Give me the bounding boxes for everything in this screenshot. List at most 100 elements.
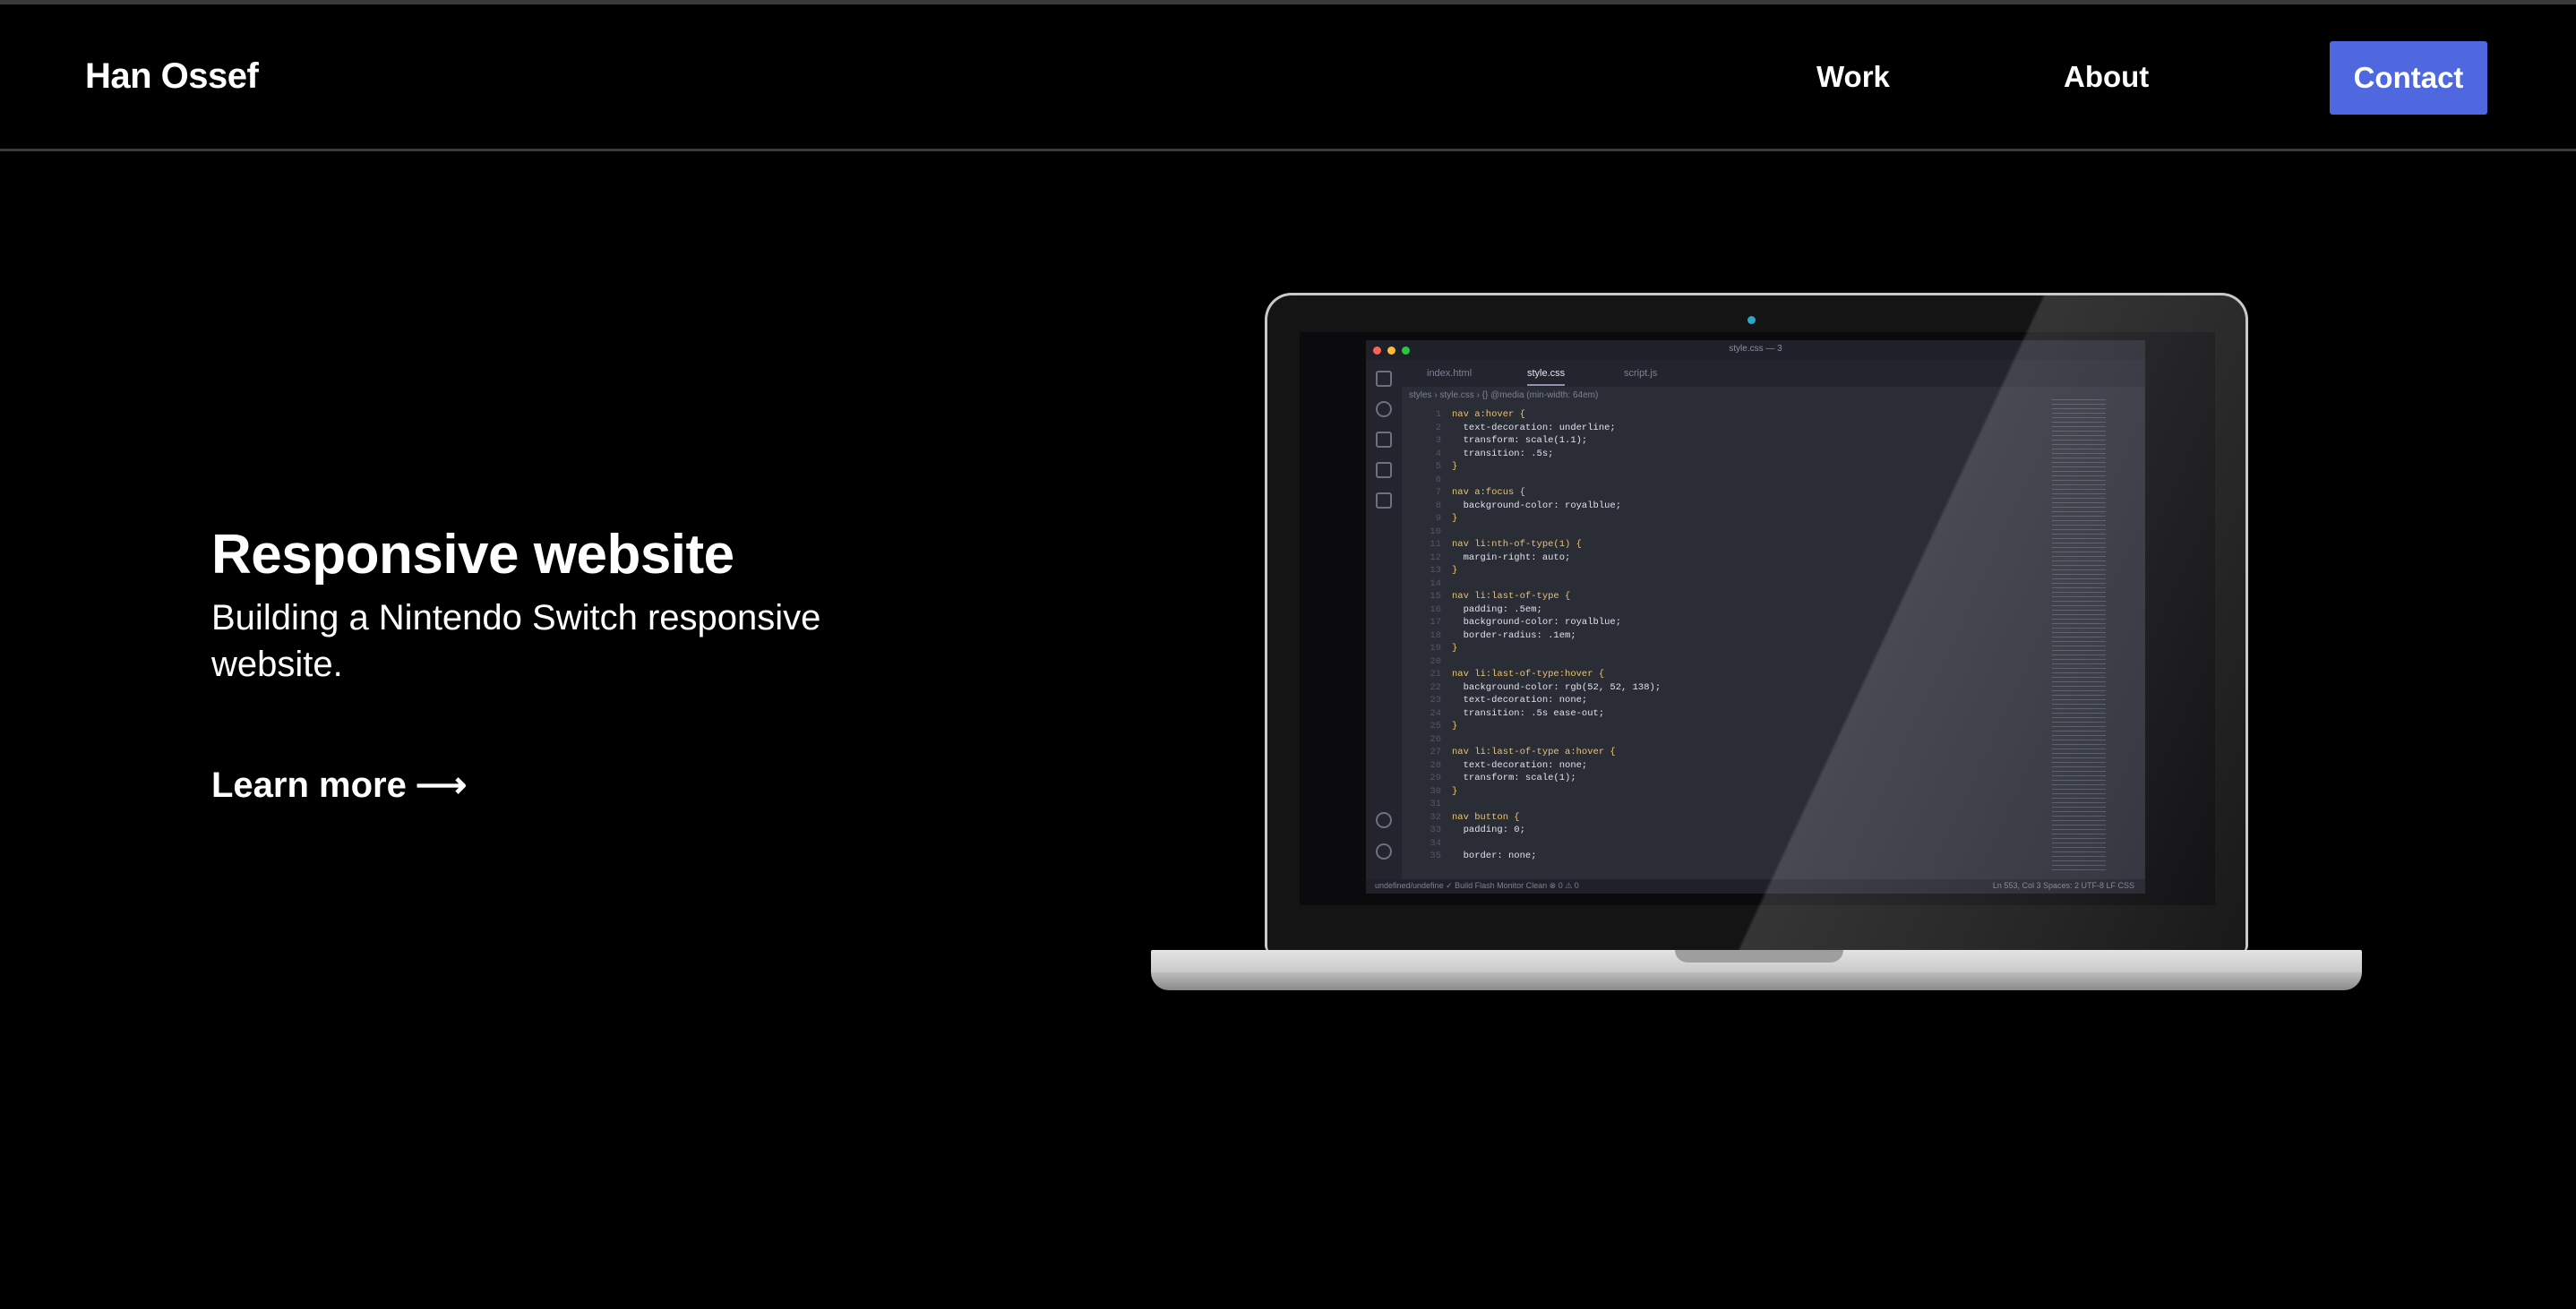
code-line: 25} [1402, 720, 2065, 733]
code-line: 29 transform: scale(1); [1402, 772, 2065, 785]
code-line: 20 [1402, 655, 2065, 669]
laptop-screen: style.css — 3 index.html style.css scrip… [1300, 332, 2215, 905]
code-line: 24 transition: .5s ease-out; [1402, 707, 2065, 721]
hero-title: Responsive website [211, 524, 734, 586]
code-line: 7 nav a:focus { [1402, 486, 2065, 500]
code-text: nav button { [1452, 811, 1520, 823]
code-text: border: none; [1452, 851, 1537, 861]
extensions-icon [1376, 492, 1392, 509]
code-line: 31 [1402, 798, 2065, 811]
code-text: nav a:focus { [1452, 487, 1525, 498]
learn-more-label: Learn more [211, 766, 407, 805]
code-line: 9} [1402, 512, 2065, 526]
learn-more-link[interactable]: Learn more ⟶ [211, 765, 467, 806]
files-icon [1376, 371, 1392, 387]
laptop-lid: style.css — 3 index.html style.css scrip… [1265, 293, 2248, 953]
site-header: Han Ossef Work About Contact [0, 4, 2576, 151]
code-text: background-color: royalblue; [1452, 617, 1622, 628]
editor-statusbar: undefined/undefine ✓ Build Flash Monitor… [1366, 879, 2145, 894]
code-text: padding: .5em; [1452, 603, 1542, 615]
status-right: Ln 553, Col 3 Spaces: 2 UTF-8 LF CSS [1992, 881, 2134, 890]
code-text: nav li:last-of-type:hover { [1452, 669, 1605, 680]
code-text: } [1452, 461, 1458, 472]
code-line: 23 text-decoration: none; [1402, 694, 2065, 707]
account-icon [1376, 812, 1392, 828]
nav-link-about[interactable]: About [2064, 60, 2149, 94]
code-text: } [1452, 513, 1458, 524]
code-line: 35 border: none; [1402, 850, 2065, 863]
editor-tab-active: style.css [1527, 368, 1566, 386]
line-number: 6 [1435, 474, 1441, 485]
brand-logo-link[interactable]: Han Ossef [85, 56, 259, 97]
code-area: 1 nav a:hover {2 text-decoration: underli… [1402, 408, 2065, 874]
code-text: text-decoration: none; [1452, 759, 1588, 771]
code-line: 16 padding: .5em; [1402, 603, 2065, 617]
editor-tab: index.html [1427, 368, 1473, 379]
editor-window-title: style.css — 3 [1729, 344, 1782, 354]
code-line: 12 margin-right: auto; [1402, 552, 2065, 565]
editor-tabs: index.html style.css script.js [1402, 360, 2145, 387]
line-number: 22 [1430, 681, 1441, 693]
line-number: 16 [1430, 603, 1441, 615]
code-text: transition: .5s ease-out; [1452, 707, 1605, 719]
line-number: 5 [1435, 461, 1441, 472]
line-number: 24 [1430, 707, 1441, 719]
code-line: 14 [1402, 578, 2065, 591]
line-number: 18 [1430, 629, 1441, 641]
line-number: 11 [1430, 539, 1441, 550]
code-text: nav li:nth-of-type(1) { [1452, 539, 1582, 550]
code-line: 5} [1402, 460, 2065, 474]
editor-minimap [2052, 399, 2106, 874]
code-line: 11 nav li:nth-of-type(1) { [1402, 538, 2065, 552]
code-line: 10 [1402, 526, 2065, 539]
line-number: 9 [1435, 513, 1441, 524]
code-line: 8 background-color: royalblue; [1402, 500, 2065, 513]
line-number: 13 [1430, 565, 1441, 576]
line-number: 14 [1430, 578, 1441, 589]
nav-link-work[interactable]: Work [1816, 60, 1890, 94]
code-line: 34 [1402, 837, 2065, 851]
line-number: 1 [1435, 409, 1441, 420]
hero-subtitle: Building a Nintendo Switch responsive we… [211, 598, 821, 684]
camera-icon [1747, 316, 1756, 324]
code-line: 13} [1402, 564, 2065, 578]
line-number: 17 [1430, 617, 1441, 628]
code-text: background-color: rgb(52, 52, 138); [1452, 681, 1662, 693]
code-text: nav li:last-of-type a:hover { [1452, 747, 1616, 757]
laptop-notch [1675, 950, 1843, 962]
contact-button[interactable]: Contact [2330, 41, 2487, 115]
code-text: } [1452, 565, 1458, 576]
code-text: transform: scale(1.1); [1452, 435, 1588, 446]
line-number: 3 [1435, 435, 1441, 446]
line-number: 8 [1435, 500, 1441, 511]
line-number: 10 [1430, 526, 1441, 537]
code-line: 27 nav li:last-of-type a:hover { [1402, 746, 2065, 759]
code-text: text-decoration: none; [1452, 695, 1588, 706]
line-number: 23 [1430, 695, 1441, 706]
line-number: 15 [1430, 591, 1441, 602]
hero-section: Responsive website Building a Nintendo S… [211, 521, 1000, 688]
code-line: 15 nav li:last-of-type { [1402, 590, 2065, 603]
code-text: nav li:last-of-type { [1452, 591, 1571, 602]
editor-breadcrumbs: styles › style.css › {} @media (min-widt… [1409, 390, 1599, 400]
status-left: undefined/undefine ✓ Build Flash Monitor… [1375, 881, 1579, 890]
line-number: 21 [1430, 669, 1441, 680]
editor-activity-bar [1366, 360, 1402, 879]
code-text: transition: .5s; [1452, 448, 1554, 459]
code-line: 19} [1402, 642, 2065, 655]
code-line: 3 transform: scale(1.1); [1402, 434, 2065, 448]
code-text: } [1452, 721, 1458, 732]
code-line: 26 [1402, 733, 2065, 747]
line-number: 35 [1430, 851, 1441, 861]
code-line: 22 background-color: rgb(52, 52, 138); [1402, 681, 2065, 695]
line-number: 33 [1430, 825, 1441, 835]
code-text: margin-right: auto; [1452, 552, 1571, 563]
code-line: 6 [1402, 474, 2065, 487]
line-number: 19 [1430, 643, 1441, 654]
code-line: 2 text-decoration: underline; [1402, 422, 2065, 435]
line-number: 2 [1435, 422, 1441, 433]
code-text: } [1452, 785, 1458, 797]
code-line: 4 transition: .5s; [1402, 448, 2065, 461]
run-icon [1376, 462, 1392, 478]
laptop-base-bottom [1151, 972, 2362, 990]
